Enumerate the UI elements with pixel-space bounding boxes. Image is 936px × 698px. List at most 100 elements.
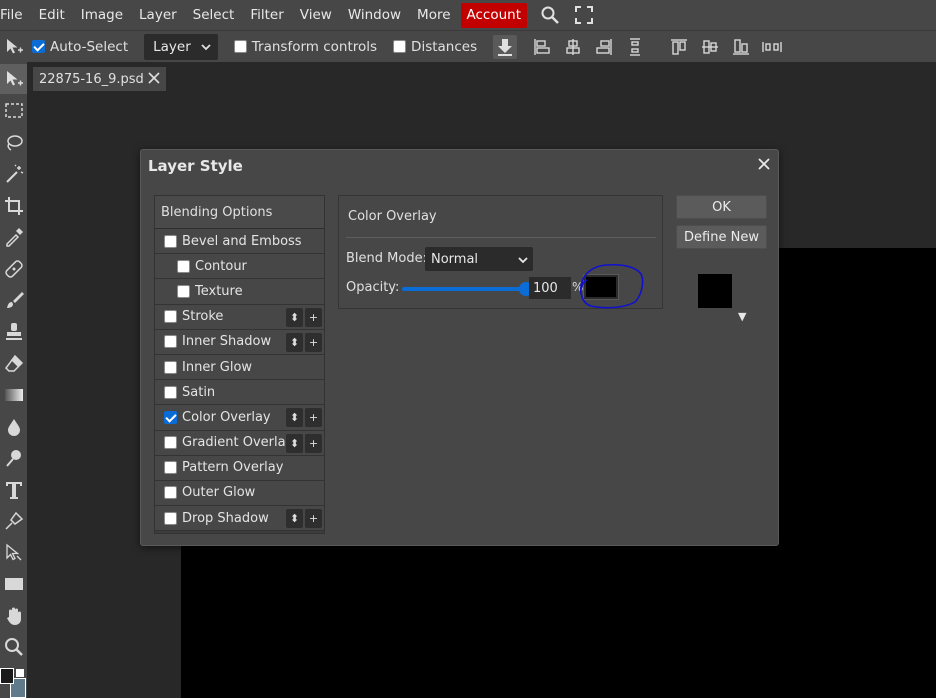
close-icon[interactable]	[758, 158, 770, 174]
account-button[interactable]: Account	[460, 2, 528, 28]
menu-filter[interactable]: Filter	[242, 0, 291, 30]
close-tab-icon[interactable]	[148, 72, 160, 88]
style-item-outer-glow[interactable]: Outer Glow	[155, 480, 324, 507]
inner-shadow-reorder-button[interactable]: ⬍	[286, 332, 303, 352]
style-item-texture[interactable]: Texture	[155, 279, 324, 305]
document-tab[interactable]: 22875-16_9.psd	[33, 67, 166, 91]
align-right-icon[interactable]	[593, 36, 615, 58]
inner-shadow-add-button[interactable]: +	[305, 332, 322, 352]
dodge-tool-icon[interactable]	[0, 443, 27, 473]
bevel-and-emboss-checkbox[interactable]	[164, 234, 177, 248]
fullscreen-icon[interactable]	[573, 4, 595, 26]
menu-image[interactable]: Image	[73, 0, 131, 30]
inner-shadow-label: Inner Shadow	[182, 334, 272, 350]
auto-select-target-dropdown[interactable]: Layer	[144, 33, 218, 60]
distances-checkbox[interactable]: Distances	[393, 39, 477, 55]
style-item-contour[interactable]: Contour	[155, 254, 324, 280]
style-item-color-overlay[interactable]: Color Overlay ⬍ +	[155, 405, 324, 431]
style-item-stroke[interactable]: Stroke ⬍ +	[155, 304, 324, 330]
contour-checkbox[interactable]	[177, 259, 190, 273]
search-icon[interactable]	[539, 4, 561, 26]
style-item-drop-shadow[interactable]: Drop Shadow ⬍ +	[155, 506, 324, 532]
gradient-overlay-checkbox[interactable]	[164, 436, 177, 450]
align-center-horizontal-icon[interactable]	[562, 36, 584, 58]
distribute-vertical-icon[interactable]	[624, 36, 646, 58]
gradient-overlay-reorder-button[interactable]: ⬍	[286, 433, 303, 453]
style-item-gradient-overlay[interactable]: Gradient Overlay ⬍ +	[155, 430, 324, 456]
blur-tool-icon[interactable]	[0, 412, 27, 442]
color-overlay-reorder-button[interactable]: ⬍	[286, 408, 303, 428]
menu-view[interactable]: View	[292, 0, 340, 30]
crop-tool-icon[interactable]	[0, 191, 27, 221]
preview-menu-arrow-icon[interactable]: ▼	[738, 310, 746, 323]
satin-checkbox[interactable]	[164, 385, 177, 399]
magic-wand-tool-icon[interactable]	[0, 159, 27, 189]
menu-more[interactable]: More	[409, 0, 458, 30]
healing-brush-tool-icon[interactable]	[0, 254, 27, 284]
eyedropper-tool-icon[interactable]	[0, 222, 27, 252]
align-bottom-icon[interactable]	[730, 36, 752, 58]
chevron-down-icon	[518, 253, 528, 268]
outer-glow-checkbox[interactable]	[164, 486, 177, 500]
marquee-tool-icon[interactable]	[0, 96, 27, 126]
define-new-button[interactable]: Define New	[676, 225, 767, 249]
style-item-bevel-and-emboss[interactable]: Bevel and Emboss	[155, 229, 324, 255]
distances-check[interactable]	[393, 40, 407, 53]
auto-select-checkbox[interactable]: Auto-Select	[32, 39, 128, 55]
move-tool-icon[interactable]	[0, 64, 27, 94]
align-top-icon[interactable]	[668, 36, 690, 58]
inner-shadow-checkbox[interactable]	[164, 335, 177, 349]
inner-glow-checkbox[interactable]	[164, 360, 177, 374]
lasso-tool-icon[interactable]	[0, 128, 27, 158]
stamp-tool-icon[interactable]	[0, 317, 27, 347]
type-tool-icon[interactable]	[0, 475, 27, 505]
menu-select[interactable]: Select	[185, 0, 243, 30]
menu-file[interactable]: File	[0, 0, 31, 30]
color-overlay-panel: Color Overlay Blend Mode: Normal Opacity…	[338, 195, 663, 309]
align-left-icon[interactable]	[531, 36, 553, 58]
shape-tool-icon[interactable]	[0, 569, 27, 599]
opacity-input[interactable]: 100	[529, 277, 571, 299]
color-overlay-add-button[interactable]: +	[305, 408, 322, 428]
style-item-satin[interactable]: Satin	[155, 380, 324, 406]
style-item-inner-shadow[interactable]: Inner Shadow ⬍ +	[155, 329, 324, 355]
menu-layer[interactable]: Layer	[131, 0, 185, 30]
pattern-overlay-checkbox[interactable]	[164, 461, 177, 475]
gradient-tool-icon[interactable]	[0, 380, 27, 410]
zoom-tool-icon[interactable]	[0, 632, 27, 662]
texture-label: Texture	[195, 283, 243, 299]
drop-shadow-add-button[interactable]: +	[305, 509, 322, 529]
color-swatches[interactable]	[0, 666, 27, 698]
drop-shadow-row-buttons: ⬍ +	[284, 509, 322, 529]
opacity-slider[interactable]	[402, 282, 533, 296]
pattern-overlay-label: Pattern Overlay	[182, 460, 284, 476]
menu-window[interactable]: Window	[340, 0, 409, 30]
auto-select-label: Auto-Select	[50, 38, 129, 55]
auto-select-check[interactable]	[32, 40, 45, 53]
color-overlay-checkbox[interactable]	[164, 410, 177, 424]
stroke-add-button[interactable]: +	[305, 307, 322, 327]
ok-button[interactable]: OK	[676, 195, 767, 219]
blend-mode-dropdown[interactable]: Normal	[425, 247, 533, 271]
eraser-tool-icon[interactable]	[0, 349, 27, 379]
gradient-overlay-add-button[interactable]: +	[305, 433, 322, 453]
path-selection-tool-icon[interactable]	[0, 538, 27, 568]
download-icon[interactable]	[493, 34, 518, 59]
gradient-overlay-row-buttons: ⬍ +	[284, 433, 322, 453]
texture-checkbox[interactable]	[177, 284, 190, 298]
transform-controls-check[interactable]	[233, 40, 247, 53]
hand-tool-icon[interactable]	[0, 601, 27, 631]
blending-options-item[interactable]: Blending Options	[155, 196, 324, 229]
stroke-checkbox[interactable]	[164, 310, 177, 324]
stroke-reorder-button[interactable]: ⬍	[286, 307, 303, 327]
pen-tool-icon[interactable]	[0, 506, 27, 536]
drop-shadow-checkbox[interactable]	[164, 511, 177, 525]
drop-shadow-reorder-button[interactable]: ⬍	[286, 509, 303, 529]
style-item-inner-glow[interactable]: Inner Glow	[155, 354, 324, 381]
brush-tool-icon[interactable]	[0, 285, 27, 315]
menu-edit[interactable]: Edit	[31, 0, 73, 30]
style-item-pattern-overlay[interactable]: Pattern Overlay	[155, 455, 324, 481]
distribute-horizontal-icon[interactable]	[761, 36, 783, 58]
align-middle-vertical-icon[interactable]	[699, 36, 721, 58]
transform-controls-checkbox[interactable]: Transform controls	[233, 39, 377, 55]
